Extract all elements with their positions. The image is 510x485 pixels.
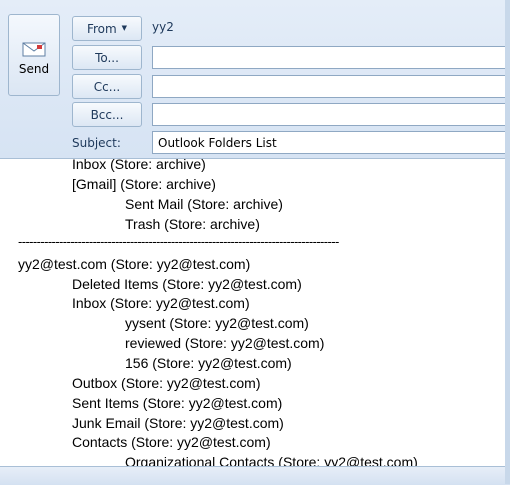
folder-line: Sent Items (Store: yy2@test.com) [72, 395, 283, 411]
from-button[interactable]: From ▼ [72, 16, 142, 41]
folder-line: yy2@test.com (Store: yy2@test.com) [18, 256, 251, 272]
from-label: From [86, 21, 117, 36]
folder-line: 156 (Store: yy2@test.com) [125, 355, 292, 371]
folder-line: Inbox (Store: yy2@test.com) [72, 295, 250, 311]
message-body[interactable]: Inbox (Store: archive) [Gmail] (Store: a… [0, 159, 506, 466]
chevron-down-icon: ▼ [121, 23, 128, 32]
bcc-field[interactable] [152, 103, 510, 126]
folder-line: Sent Mail (Store: archive) [125, 196, 283, 212]
subject-field[interactable]: Outlook Folders List [152, 131, 510, 154]
cc-button[interactable]: Cc... [72, 74, 142, 99]
from-account: yy2 [152, 20, 174, 34]
folder-line: reviewed (Store: yy2@test.com) [125, 335, 325, 351]
to-button[interactable]: To... [72, 45, 142, 70]
bcc-button[interactable]: Bcc... [72, 102, 142, 127]
cc-field[interactable] [152, 75, 510, 98]
send-envelope-icon [22, 42, 46, 57]
folder-line: Contacts (Store: yy2@test.com) [72, 434, 271, 450]
window-edge [505, 0, 510, 484]
folder-line: Junk Email (Store: yy2@test.com) [72, 415, 284, 431]
send-label: Send [18, 62, 50, 76]
folder-line: yysent (Store: yy2@test.com) [125, 315, 309, 331]
bcc-label: Bcc... [90, 107, 124, 122]
folder-line: Inbox (Store: archive) [72, 159, 206, 172]
separator-line: ----------------------------------------… [18, 234, 339, 249]
to-label: To... [95, 50, 119, 65]
subject-label: Subject: [72, 136, 121, 150]
bottom-frame [0, 466, 510, 485]
message-header: Send From ▼ yy2 To... Cc... Bcc... Subje… [0, 0, 510, 159]
folder-line: Organizational Contacts (Store: yy2@test… [125, 454, 418, 466]
cc-label: Cc... [93, 79, 121, 94]
folder-line: Trash (Store: archive) [125, 216, 260, 232]
folder-line: Outbox (Store: yy2@test.com) [72, 375, 261, 391]
send-button[interactable]: Send [8, 14, 60, 96]
folder-line: Deleted Items (Store: yy2@test.com) [72, 276, 302, 292]
folder-line: [Gmail] (Store: archive) [72, 176, 216, 192]
to-field[interactable] [152, 46, 510, 69]
